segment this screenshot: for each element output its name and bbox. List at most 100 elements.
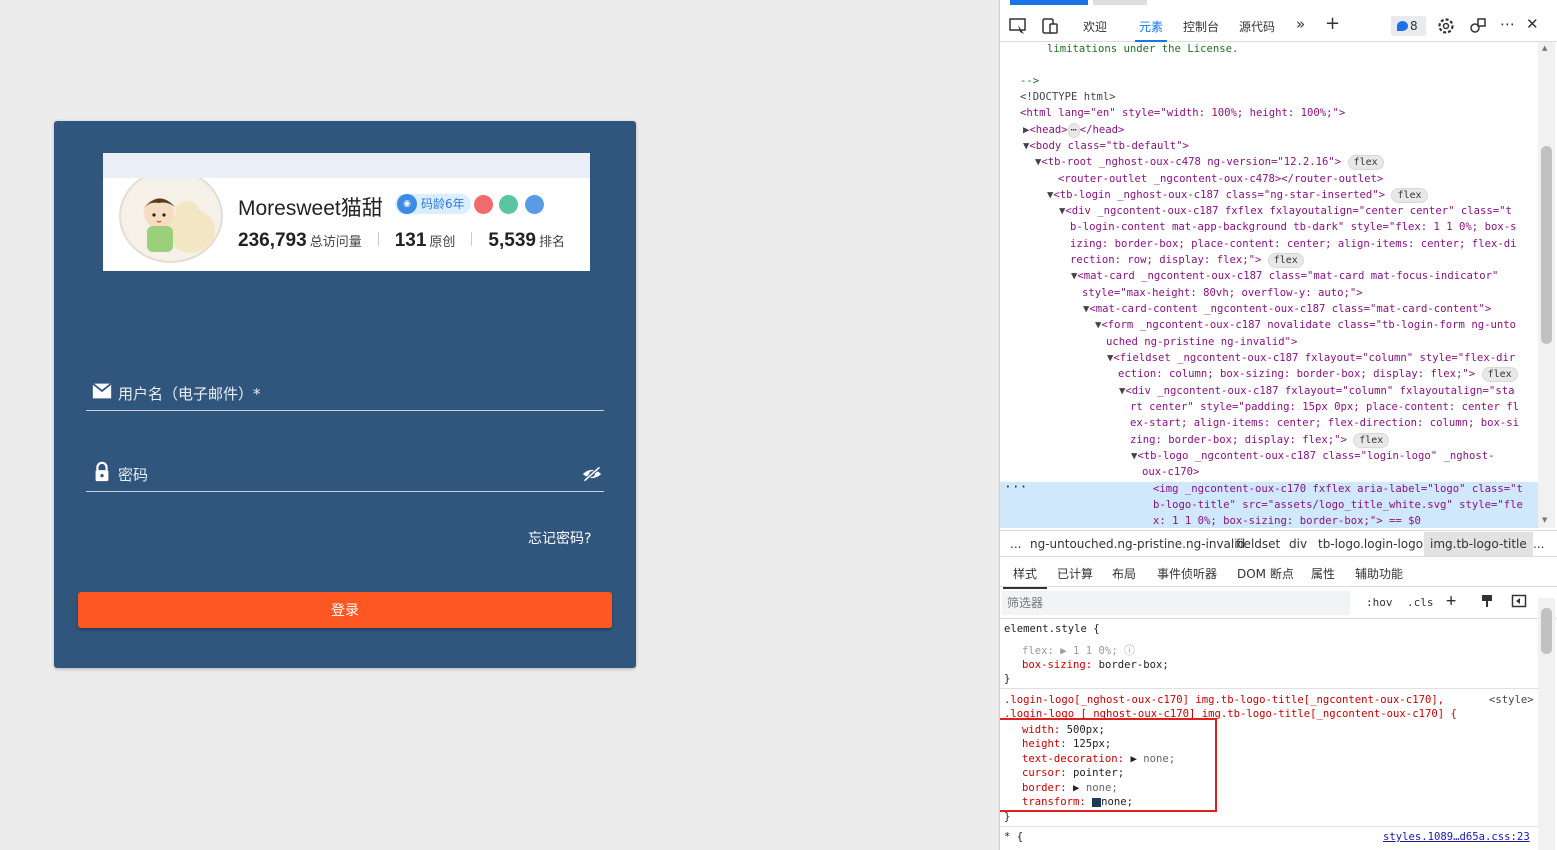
tab-elements[interactable]: 元素 — [1134, 18, 1168, 42]
logo-image[interactable]: Moresweet猫甜 ◉ 码龄6年 236,793 总访问量 131 原创 5… — [103, 153, 590, 271]
more-options-icon[interactable]: ⋯ — [1500, 15, 1515, 33]
messages-badge[interactable]: 8 — [1391, 16, 1426, 36]
dom-line[interactable]: uched ng-pristine ng-invalid"> — [1106, 336, 1297, 348]
node-actions-icon[interactable]: ··· — [1004, 480, 1027, 496]
dom-line[interactable]: </head> — [1080, 124, 1125, 136]
dom-line[interactable]: <html lang="en" style="width: 100%; heig… — [1020, 107, 1345, 119]
dom-line[interactable]: style="max-height: 80vh; overflow-y: aut… — [1082, 287, 1363, 299]
dom-line[interactable]: ection: column; box-sizing: border-box; … — [1118, 368, 1475, 380]
dom-line[interactable]: <tb-login _nghost-oux-c187 class="ng-sta… — [1053, 189, 1385, 201]
device-toggle-icon[interactable] — [1040, 16, 1060, 36]
dom-tree[interactable]: ··· limitations under the License. --> <… — [1000, 42, 1540, 528]
dom-line[interactable]: <body class="tb-default"> — [1029, 140, 1188, 152]
flex-badge[interactable]: flex — [1481, 367, 1518, 382]
dom-line[interactable]: <mat-card-content _ngcontent-oux-c187 cl… — [1089, 303, 1491, 315]
universal-selector: * { — [1004, 831, 1024, 843]
flex-badge[interactable]: flex — [1391, 188, 1428, 203]
prop-value: border-box; — [1098, 659, 1169, 671]
rule-close: } — [1004, 673, 1011, 685]
scroll-up-icon[interactable]: ▲ — [1542, 44, 1547, 52]
tab-dom-breakpoints[interactable]: DOM 断点 — [1237, 565, 1294, 582]
prop-value: 1 1 0%; — [1073, 645, 1118, 657]
styles-scrollbar[interactable] — [1538, 598, 1555, 850]
dom-scrollbar[interactable]: ▲ ▼ — [1538, 42, 1555, 528]
dom-line[interactable]: <tb-logo _ngcontent-oux-c187 class="logi… — [1137, 450, 1494, 462]
breadcrumb-form[interactable]: ng-untouched.ng-pristine.ng-invalid — [1030, 537, 1245, 551]
tab-styles[interactable]: 样式 — [1000, 557, 1050, 589]
stat-visits-label: 总访问量 — [309, 235, 362, 250]
password-input[interactable] — [116, 460, 556, 486]
login-button[interactable]: 登录 — [78, 592, 612, 628]
dom-line[interactable]: rt center" style="padding: 15px 0px; pla… — [1130, 401, 1519, 413]
tab-console[interactable]: 控制台 — [1183, 18, 1219, 35]
dom-line[interactable]: zing: border-box; display: flex;"> — [1130, 434, 1347, 446]
tab-event-listeners[interactable]: 事件侦听器 — [1157, 565, 1217, 582]
breadcrumb-more-end[interactable]: ... — [1533, 537, 1544, 551]
divider — [471, 232, 473, 246]
more-tabs-icon[interactable]: » — [1296, 15, 1305, 33]
username-input[interactable] — [116, 379, 556, 405]
dom-line[interactable]: <div _ngcontent-oux-c187 fxlayout="colum… — [1125, 385, 1514, 397]
rule-source-style[interactable]: <style> — [1489, 694, 1534, 706]
styles-pane[interactable]: element.style { flex: ▶ 1 1 0%; ⓘ box-si… — [1000, 620, 1540, 850]
dom-line[interactable]: b-logo-title" src="assets/logo_title_whi… — [1153, 499, 1523, 511]
hover-state-button[interactable]: :hov — [1366, 596, 1393, 609]
dom-line[interactable]: <img _ngcontent-oux-c170 fxflex aria-lab… — [1153, 483, 1523, 495]
gear-icon[interactable] — [1436, 16, 1456, 36]
dom-line[interactable]: x: 1 1 0%; box-sizing: border-box;"> == … — [1153, 515, 1421, 527]
scroll-thumb[interactable] — [1541, 146, 1552, 344]
add-tab-icon[interactable]: + — [1325, 13, 1340, 34]
dom-line[interactable]: ex-start; align-items: center; flex-dire… — [1130, 417, 1519, 429]
dom-line[interactable]: <mat-card _ngcontent-oux-c187 class="mat… — [1077, 270, 1498, 282]
tab-sources[interactable]: 源代码 — [1239, 18, 1275, 35]
class-toggle-button[interactable]: .cls — [1407, 596, 1434, 609]
style-property-flex[interactable]: flex: ▶ 1 1 0%; ⓘ — [1022, 644, 1135, 659]
breadcrumb-tb-logo[interactable]: tb-logo.login-logo — [1318, 537, 1423, 551]
paint-icon[interactable] — [1479, 593, 1495, 609]
flex-badge[interactable]: flex — [1347, 155, 1384, 170]
styles-filter-input[interactable] — [1002, 591, 1350, 615]
dom-line[interactable]: <fieldset _ngcontent-oux-c187 fxlayout="… — [1113, 352, 1515, 364]
new-rule-icon[interactable]: + — [1446, 591, 1456, 611]
dom-line[interactable]: <div _ngcontent-oux-c187 fxflex fxlayout… — [1065, 205, 1511, 217]
dom-line: --> — [1020, 75, 1040, 87]
dom-line[interactable]: <router-outlet _ngcontent-oux-c478></rou… — [1058, 173, 1383, 185]
dom-line: <!DOCTYPE html> — [1020, 91, 1116, 103]
dom-line[interactable]: b-login-content mat-app-background tb-da… — [1070, 221, 1516, 233]
tab-welcome[interactable]: 欢迎 — [1083, 18, 1107, 35]
breadcrumb-fieldset[interactable]: fieldset — [1236, 537, 1280, 551]
dom-line[interactable]: rection: row; display: flex;"> — [1070, 254, 1261, 266]
stat-original-number: 131 — [394, 230, 427, 251]
tab-computed[interactable]: 已计算 — [1057, 565, 1093, 582]
breadcrumb-more[interactable]: ... — [1010, 537, 1021, 551]
stylesheet-link[interactable]: styles.1089…d65a.css:23 — [1383, 831, 1530, 843]
tab-properties[interactable]: 属性 — [1311, 565, 1335, 582]
tab-accessibility[interactable]: 辅助功能 — [1355, 565, 1403, 582]
flex-badge[interactable]: flex — [1353, 433, 1390, 448]
tab-layout[interactable]: 布局 — [1112, 565, 1136, 582]
dom-line[interactable]: <head> — [1029, 124, 1067, 136]
stat-rank-label: 排名 — [538, 235, 565, 250]
password-field[interactable]: 密码 — [86, 456, 604, 492]
breadcrumb-img[interactable]: img.tb-logo-title — [1424, 532, 1533, 556]
flex-badge[interactable]: flex — [1267, 253, 1304, 268]
forgot-password-link[interactable]: 忘记密码? — [528, 528, 591, 548]
style-property-box-sizing[interactable]: box-sizing: border-box; — [1022, 658, 1169, 673]
sidebar-toggle-icon[interactable] — [1511, 593, 1527, 609]
dom-line[interactable]: <tb-root _nghost-oux-c478 ng-version="12… — [1041, 156, 1341, 168]
scroll-down-icon[interactable]: ▼ — [1542, 516, 1547, 524]
dom-line[interactable]: oux-c170> — [1142, 466, 1199, 478]
close-icon[interactable]: ✕ — [1526, 15, 1539, 33]
dom-line[interactable]: <form _ngcontent-oux-c187 novalidate cla… — [1101, 319, 1516, 331]
highlight-box — [1000, 718, 1217, 812]
visibility-off-icon[interactable] — [582, 465, 602, 483]
dom-line[interactable]: izing: border-box; place-content: center… — [1070, 238, 1516, 250]
inspect-icon[interactable] — [1008, 16, 1028, 36]
username-field[interactable]: 用户名（电子邮件）* — [86, 375, 604, 411]
connect-icon[interactable] — [1468, 16, 1488, 36]
scroll-thumb[interactable] — [1541, 608, 1552, 654]
stat-original: 131 原创 — [395, 230, 456, 252]
active-tab-indicator — [1010, 0, 1088, 5]
breadcrumb-div[interactable]: div — [1289, 537, 1307, 551]
message-icon — [1397, 21, 1408, 31]
